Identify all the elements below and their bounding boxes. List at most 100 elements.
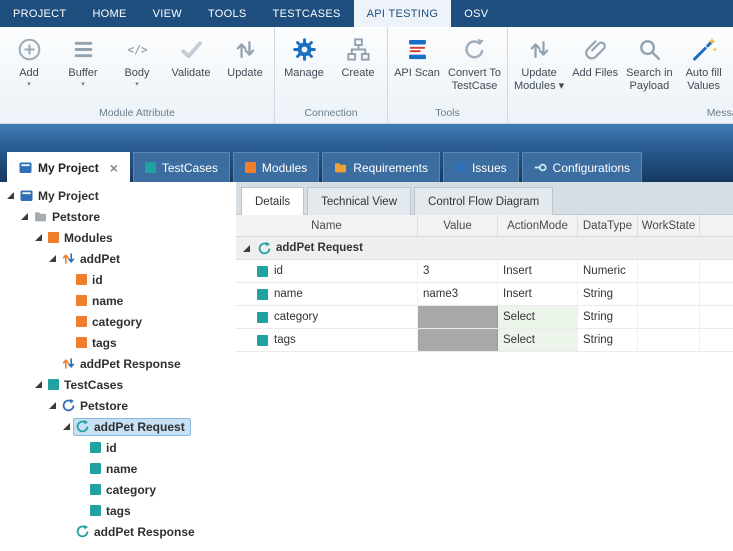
tree-item-label: addPet Request	[94, 420, 185, 434]
convert-to-testcase-button[interactable]: Convert ToTestCase	[444, 30, 505, 105]
doc-tab-requirements[interactable]: Requirements	[322, 152, 440, 182]
body-button[interactable]: </>Body▾	[110, 30, 164, 105]
teal-square-icon	[257, 335, 268, 346]
doc-tab-configurations[interactable]: Configurations	[522, 152, 642, 182]
cell-actionmode[interactable]: Select	[498, 329, 578, 351]
cell-name[interactable]: name	[236, 283, 418, 305]
tree-item-testcases[interactable]: TestCases	[0, 374, 236, 395]
menu-tab-testcases[interactable]: TESTCASES	[260, 0, 354, 27]
tree-item-core: tags	[87, 502, 137, 520]
menu-tab-view[interactable]: VIEW	[140, 0, 195, 27]
folder-orange-icon	[334, 161, 347, 174]
expand-arrow-icon[interactable]	[46, 254, 58, 263]
cell-name[interactable]: tags	[236, 329, 418, 351]
cell-actionmode[interactable]: Insert	[498, 260, 578, 282]
tree-item-tags[interactable]: tags	[0, 332, 236, 353]
tree-item-category[interactable]: category	[0, 311, 236, 332]
tree-item-core: category	[73, 313, 148, 331]
details-tab-technical-view[interactable]: Technical View	[307, 187, 411, 215]
cell-name[interactable]: category	[236, 306, 418, 328]
doc-tab-my-project[interactable]: My Project×	[7, 152, 130, 182]
buffer-button[interactable]: Buffer▾	[56, 30, 110, 105]
cell-value[interactable]	[418, 329, 498, 351]
menu-tab-project[interactable]: PROJECT	[0, 0, 79, 27]
column-header-workstate: WorkState	[638, 215, 700, 236]
validate-button[interactable]: Validate	[164, 30, 218, 105]
doc-tab-issues[interactable]: Issues	[443, 152, 519, 182]
tree-item-label: name	[92, 294, 123, 308]
cell-workstate[interactable]	[638, 306, 700, 328]
cell-value[interactable]	[418, 306, 498, 328]
tree-item-id[interactable]: id	[0, 437, 236, 458]
cell-value[interactable]: name3	[418, 283, 498, 305]
cell-datatype[interactable]: String	[578, 329, 638, 351]
tree-item-addpet-response[interactable]: addPet Response	[0, 521, 236, 542]
tree-item-addpet-response[interactable]: addPet Response	[0, 353, 236, 374]
ribbon-button-label: Manage	[284, 67, 324, 80]
teal-square-icon	[90, 505, 101, 516]
cell-datatype[interactable]: String	[578, 283, 638, 305]
details-tab-details[interactable]: Details	[241, 187, 304, 215]
add-files-button[interactable]: Add Files	[568, 30, 622, 105]
cell-datatype[interactable]: String	[578, 306, 638, 328]
tree-item-id[interactable]: id	[0, 269, 236, 290]
menu-tab-api-testing[interactable]: API TESTING	[354, 0, 452, 27]
close-icon[interactable]: ×	[110, 161, 118, 175]
tree-item-core: addPet	[59, 250, 126, 268]
tree-item-petstore[interactable]: Petstore	[0, 395, 236, 416]
update-icon	[232, 34, 259, 64]
folder-grey-icon	[34, 210, 47, 223]
tree-item-petstore[interactable]: Petstore	[0, 206, 236, 227]
doc-tab-modules[interactable]: Modules	[233, 152, 319, 182]
menu-tab-tools[interactable]: TOOLS	[195, 0, 260, 27]
tree-item-my-project[interactable]: My Project	[0, 185, 236, 206]
expand-arrow-icon[interactable]	[46, 401, 58, 410]
expand-arrow-icon[interactable]	[32, 233, 44, 242]
update-modules-button[interactable]: UpdateModules ▾	[510, 30, 568, 105]
ribbon-group-tools: API ScanConvert ToTestCaseTools	[388, 27, 508, 123]
details-tab-control-flow-diagram[interactable]: Control Flow Diagram	[414, 187, 553, 215]
tree-item-core: addPet Request	[73, 418, 191, 436]
cell-datatype[interactable]: Numeric	[578, 260, 638, 282]
expand-arrow-icon[interactable]	[60, 422, 72, 431]
search-in-payload-button[interactable]: Search inPayload	[622, 30, 676, 105]
cell-workstate[interactable]	[638, 329, 700, 351]
tree-item-core: addPet Response	[59, 355, 187, 373]
create-button[interactable]: Create	[331, 30, 385, 105]
manage-button[interactable]: Manage	[277, 30, 331, 105]
cell-workstate[interactable]	[638, 260, 700, 282]
tree-item-addpet[interactable]: addPet	[0, 248, 236, 269]
expand-arrow-icon[interactable]	[32, 380, 44, 389]
tree-item-modules[interactable]: Modules	[0, 227, 236, 248]
tree-item-core: name	[87, 460, 143, 478]
cell-actionmode[interactable]: Select	[498, 306, 578, 328]
project-tree: My ProjectPetstoreModulesaddPetidnamecat…	[0, 182, 236, 551]
tree-item-label: id	[106, 441, 117, 455]
tree-item-name[interactable]: name	[0, 458, 236, 479]
teal-square-icon	[145, 162, 156, 173]
api-scan-button[interactable]: API Scan	[390, 30, 444, 105]
cell-name[interactable]: id	[236, 260, 418, 282]
orange-square-icon	[245, 162, 256, 173]
cell-actionmode[interactable]: Insert	[498, 283, 578, 305]
group-row[interactable]: addPet Request	[236, 237, 733, 260]
doc-tab-testcases[interactable]: TestCases	[133, 152, 230, 182]
expand-arrow-icon[interactable]	[4, 191, 16, 200]
autofill-icon	[690, 34, 717, 64]
expand-arrow-icon[interactable]	[240, 244, 252, 253]
cell-value[interactable]: 3	[418, 260, 498, 282]
menu-tab-osv[interactable]: OSV	[451, 0, 501, 27]
cell-workstate[interactable]	[638, 283, 700, 305]
tree-item-category[interactable]: category	[0, 479, 236, 500]
tree-item-label: name	[106, 462, 137, 476]
auto-fill-values-button[interactable]: Auto fillValues	[677, 30, 731, 105]
project-icon	[20, 189, 33, 202]
tree-item-tags[interactable]: tags	[0, 500, 236, 521]
tree-item-name[interactable]: name	[0, 290, 236, 311]
update-button[interactable]: Update	[218, 30, 272, 105]
tree-item-addpet-request[interactable]: addPet Request	[0, 416, 236, 437]
menu-tab-home[interactable]: HOME	[79, 0, 139, 27]
add-button[interactable]: Add▾	[2, 30, 56, 105]
expand-arrow-icon[interactable]	[18, 212, 30, 221]
doc-tab-label: TestCases	[162, 161, 218, 175]
